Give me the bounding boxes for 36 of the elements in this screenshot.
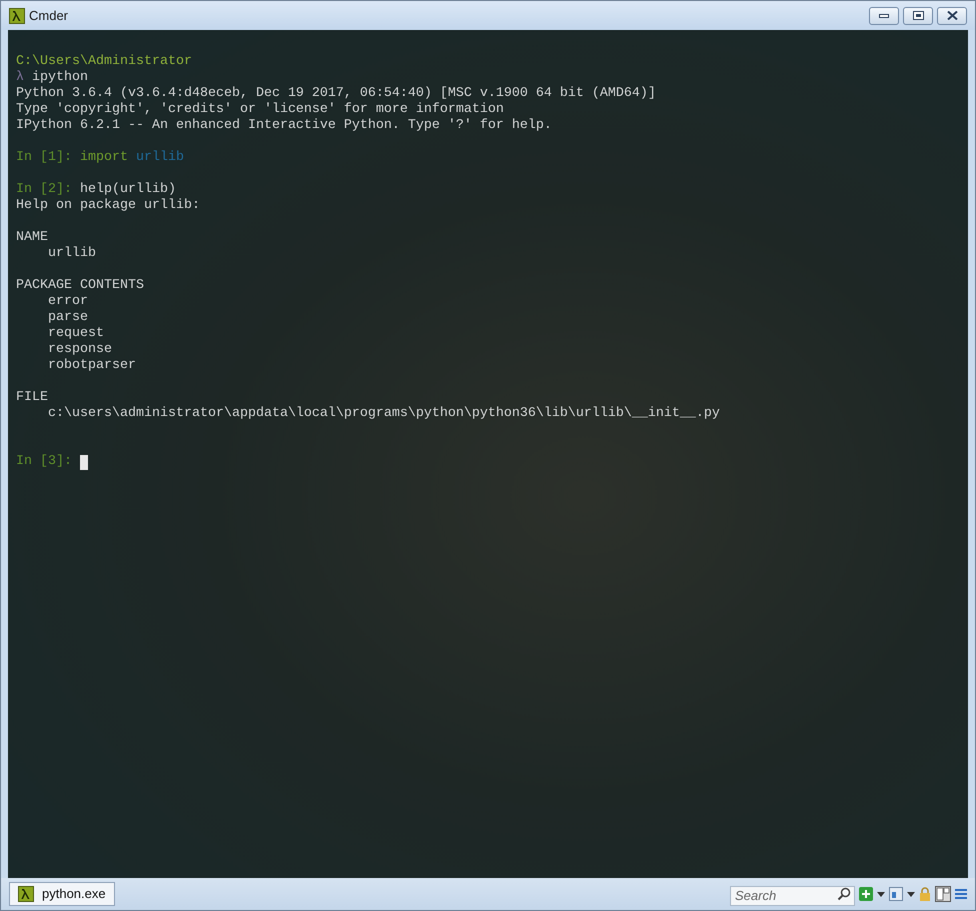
window-icon[interactable] — [889, 887, 903, 901]
terminal-line: Type 'copyright', 'credits' or 'license' for more information — [16, 102, 504, 118]
terminal-line: NAME — [16, 230, 48, 246]
terminal-line: λ ipython — [16, 70, 88, 86]
terminal-line: error — [46, 294, 88, 310]
search-field[interactable]: Search — [730, 886, 855, 906]
lambda-logo-icon — [9, 8, 25, 24]
maximize-icon — [912, 11, 924, 20]
search-icon — [837, 887, 851, 901]
terminal-line: PACKAGE CONTENTS — [16, 278, 144, 294]
close-icon — [946, 11, 958, 20]
terminal-line: response — [46, 342, 112, 358]
terminal-line: In [3]: — [16, 454, 88, 470]
terminal-line: robotparser — [46, 358, 136, 374]
terminal-line: In [2]: help(urllib) — [16, 182, 176, 198]
lambda-logo-icon — [18, 886, 34, 902]
terminal-line: request — [46, 326, 104, 342]
terminal-line: c:\users\administrator\appdata\local\programs\python\python36\lib\urllib\__init__.py — [46, 406, 720, 422]
terminal-line: Python 3.6.4 (v3.6.4:d48eceb, Dec 19 2017, 06:54:40) [MSC v.1900 64 bit (AMD64)] — [16, 86, 656, 102]
split-view-icon[interactable] — [935, 886, 951, 902]
close-button[interactable] — [937, 6, 967, 24]
console-tab[interactable]: python.exe — [9, 882, 115, 906]
terminal-line: Help on package urllib: — [16, 198, 200, 214]
maximize-button[interactable] — [903, 6, 933, 24]
terminal-line: parse — [46, 310, 88, 326]
terminal-line: C:\Users\Administrator — [16, 54, 192, 70]
menu-icon[interactable] — [955, 888, 967, 900]
terminal-line: IPython 6.2.1 -- An enhanced Interactive Python. Type '?' for help. — [16, 118, 552, 134]
terminal-line: urllib — [46, 246, 96, 262]
window-title: Cmder — [29, 6, 68, 25]
terminal-line: FILE — [16, 390, 48, 406]
caret-icon[interactable] — [877, 892, 885, 896]
terminal-line: In [1]: import urllib — [16, 150, 184, 166]
minimize-icon — [879, 14, 889, 18]
caret-icon[interactable] — [907, 892, 915, 896]
minimize-button[interactable] — [869, 6, 899, 24]
